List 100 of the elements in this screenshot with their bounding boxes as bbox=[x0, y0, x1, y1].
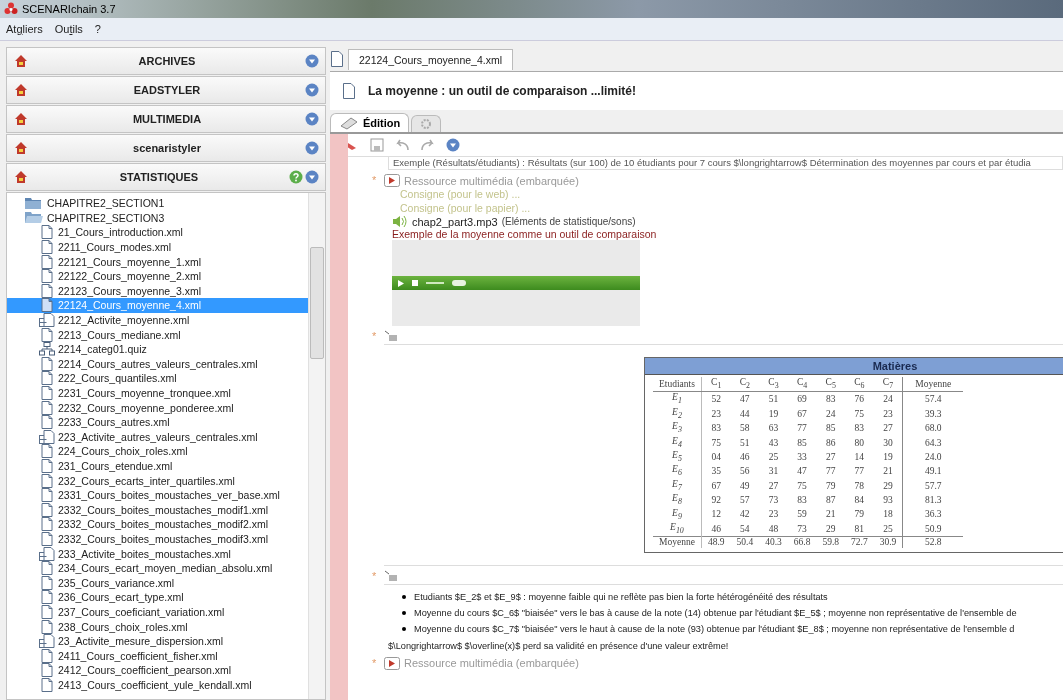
activity-icon bbox=[39, 634, 55, 649]
tree-item[interactable]: 22123_Cours_moyenne_3.xml bbox=[7, 283, 308, 299]
document-icon bbox=[342, 83, 356, 99]
tree-item[interactable]: 231_Cours_etendue.xml bbox=[7, 458, 308, 474]
tree-item[interactable]: CHAPITRE2_SECTION3 bbox=[7, 210, 308, 226]
conclusion-text: $\Longrightarrow$ $\overline(x)$ perd sa validité en présence d'une valeur extrême! bbox=[388, 640, 730, 651]
workshop-header[interactable]: MULTIMEDIA bbox=[6, 105, 326, 133]
tree-item[interactable]: 222_Cours_quantiles.xml bbox=[7, 371, 308, 386]
menu-item[interactable]: ? bbox=[94, 23, 101, 35]
settings-tab[interactable] bbox=[411, 115, 442, 132]
table-cell-text: 85 bbox=[824, 422, 837, 436]
dropdown-icon[interactable] bbox=[305, 83, 319, 97]
dropdown-icon[interactable] bbox=[446, 138, 460, 152]
scrollbar[interactable] bbox=[308, 193, 325, 699]
window-title: SCENARIchain 3.7 bbox=[22, 3, 116, 15]
table-cell-text: 27 bbox=[824, 450, 837, 464]
tree-item[interactable]: 2214_Cours_autres_valeurs_centrales.xml bbox=[7, 356, 308, 372]
tree-item[interactable]: 2233_Cours_autres.xml bbox=[7, 414, 308, 430]
document-icon bbox=[39, 298, 55, 313]
tree-item[interactable]: 224_Cours_choix_roles.xml bbox=[7, 444, 308, 459]
table-cell: 54 bbox=[730, 521, 760, 537]
table-cell-text: 80 bbox=[853, 436, 866, 450]
table-cell-text: 56 bbox=[739, 465, 751, 479]
dropdown-icon[interactable] bbox=[305, 54, 319, 68]
tree-item[interactable]: 2332_Cours_boites_moustaches_modif3.xml bbox=[7, 531, 308, 547]
undo-icon[interactable] bbox=[394, 138, 410, 152]
table-cell: 12 bbox=[701, 507, 731, 522]
house-icon bbox=[13, 140, 29, 156]
table-cell-text: 21 bbox=[824, 508, 837, 522]
dropdown-icon[interactable] bbox=[305, 112, 319, 126]
dropdown-icon[interactable] bbox=[305, 141, 319, 155]
table-cell: 50.9 bbox=[902, 521, 964, 537]
tree-item[interactable]: 2332_Cours_boites_moustaches_modif2.xml bbox=[7, 517, 308, 532]
tree-item[interactable]: 2213_Cours_mediane.xml bbox=[7, 327, 308, 342]
tree-item[interactable]: 233_Activite_boites_moustaches.xml bbox=[7, 546, 308, 561]
audio-file-name[interactable]: chap2_part3.mp3 bbox=[412, 215, 498, 228]
table-cell: 23 bbox=[873, 406, 903, 422]
player-controls[interactable] bbox=[392, 276, 640, 290]
table-cell-text: 79 bbox=[824, 479, 837, 493]
table-cell: 48 bbox=[759, 521, 788, 537]
table-cell-text: 19 bbox=[767, 407, 780, 421]
audio-source: (Eléments de statistique/sons) bbox=[501, 216, 636, 227]
text-line: Exemple (Résultats/étudiants) : Résultats (sur 100) de 10 étudiants pour 7 cours $\longrightarrow$ Détermination des moyennes par cours et par étudia bbox=[388, 157, 1063, 170]
workshop-header[interactable]: scenaristyler bbox=[6, 134, 326, 162]
document-icon bbox=[39, 415, 55, 430]
menu-item[interactable]: Outils bbox=[54, 23, 83, 35]
table-cell-text: 33 bbox=[796, 450, 808, 464]
tree-item[interactable]: 2212_Activite_moyenne.xml bbox=[7, 312, 308, 328]
help-icon[interactable] bbox=[289, 170, 303, 184]
table-cell-text: 49 bbox=[739, 479, 751, 493]
table-cell-text: 42 bbox=[739, 508, 751, 522]
play-icon[interactable] bbox=[398, 279, 404, 287]
document-icon bbox=[39, 473, 55, 488]
tree-item[interactable]: 2413_Cours_coefficient_yule_kendall.xml bbox=[7, 677, 308, 693]
edit-tab[interactable]: Édition bbox=[330, 113, 410, 132]
table-cell: 27 bbox=[873, 421, 903, 436]
save-icon[interactable] bbox=[370, 138, 384, 152]
table-cell: 24.0 bbox=[902, 449, 964, 465]
tree-item[interactable]: 22122_Cours_moyenne_2.xml bbox=[7, 268, 308, 284]
tree-item[interactable]: 2214_categ01.quiz bbox=[7, 341, 308, 357]
table-cell-text: 77 bbox=[853, 465, 866, 479]
tree-item[interactable]: 237_Cours_coeficiant_variation.xml bbox=[7, 604, 308, 620]
tree-item[interactable]: 2331_Cours_boites_moustaches_ver_base.xml bbox=[7, 487, 308, 503]
workshop-header[interactable]: STATISTIQUES bbox=[6, 163, 326, 191]
table-cell: 36.3 bbox=[902, 507, 964, 522]
tree-item[interactable]: 232_Cours_ecarts_inter_quartiles.xml bbox=[7, 473, 308, 488]
tree-item[interactable]: 238_Cours_choix_roles.xml bbox=[7, 619, 308, 634]
tree-item[interactable]: 236_Cours_ecart_type.xml bbox=[7, 590, 308, 605]
dropdown-icon[interactable] bbox=[305, 170, 319, 184]
table-cell: E$_{3}$ bbox=[653, 421, 702, 436]
tree-item[interactable]: 223_Activite_autres_valeurs_centrales.xml bbox=[7, 429, 308, 445]
table-cell: 64.3 bbox=[902, 435, 964, 450]
table-cell-text: 44 bbox=[739, 407, 751, 421]
table-cell-text: 63 bbox=[767, 422, 780, 436]
tree-item[interactable]: 2411_Cours_coefficient_fisher.xml bbox=[7, 648, 308, 663]
table-cell: 46 bbox=[701, 521, 731, 537]
tree-item[interactable]: 2211_Cours_modes.xml bbox=[7, 239, 308, 255]
table-cell: E$_{10}$ bbox=[653, 521, 702, 537]
tree-item[interactable]: 2412_Cours_coefficient_pearson.xml bbox=[7, 663, 308, 678]
tree-item[interactable]: 2231_Cours_moyenne_tronquee.xml bbox=[7, 385, 308, 401]
tree-item[interactable]: 2232_Cours_moyenne_ponderee.xml bbox=[7, 400, 308, 415]
tree-item[interactable]: 235_Cours_variance.xml bbox=[7, 575, 308, 591]
table-cell: 57.7 bbox=[902, 478, 964, 494]
document-icon bbox=[39, 677, 55, 692]
redo-icon[interactable] bbox=[420, 138, 436, 152]
tree-item[interactable]: 234_Cours_ecart_moyen_median_absolu.xml bbox=[7, 560, 308, 576]
tree-item[interactable]: 21_Cours_introduction.xml bbox=[7, 225, 308, 240]
workshop-header[interactable]: EADSTYLER bbox=[6, 76, 326, 104]
menu-item[interactable]: Atgliers bbox=[6, 23, 43, 35]
tree-item[interactable]: CHAPITRE2_SECTION1 bbox=[7, 196, 308, 211]
document-icon bbox=[39, 459, 55, 473]
tree-item[interactable]: 22121_Cours_moyenne_1.xml bbox=[7, 254, 308, 269]
document-tab[interactable]: 22124_Cours_moyenne_4.xml bbox=[348, 48, 513, 70]
tree-item[interactable]: 2332_Cours_boites_moustaches_modif1.xml bbox=[7, 502, 308, 518]
workshop-header[interactable]: ARCHIVES bbox=[6, 47, 326, 75]
table-cell-text: 75 bbox=[853, 407, 866, 421]
table-cell: E$_{6}$ bbox=[653, 464, 702, 479]
tree-item[interactable]: 23_Activite_mesure_dispersion.xml bbox=[7, 633, 308, 649]
table-cell-text: 27 bbox=[767, 479, 780, 493]
table-cell-text: 14 bbox=[853, 450, 866, 464]
